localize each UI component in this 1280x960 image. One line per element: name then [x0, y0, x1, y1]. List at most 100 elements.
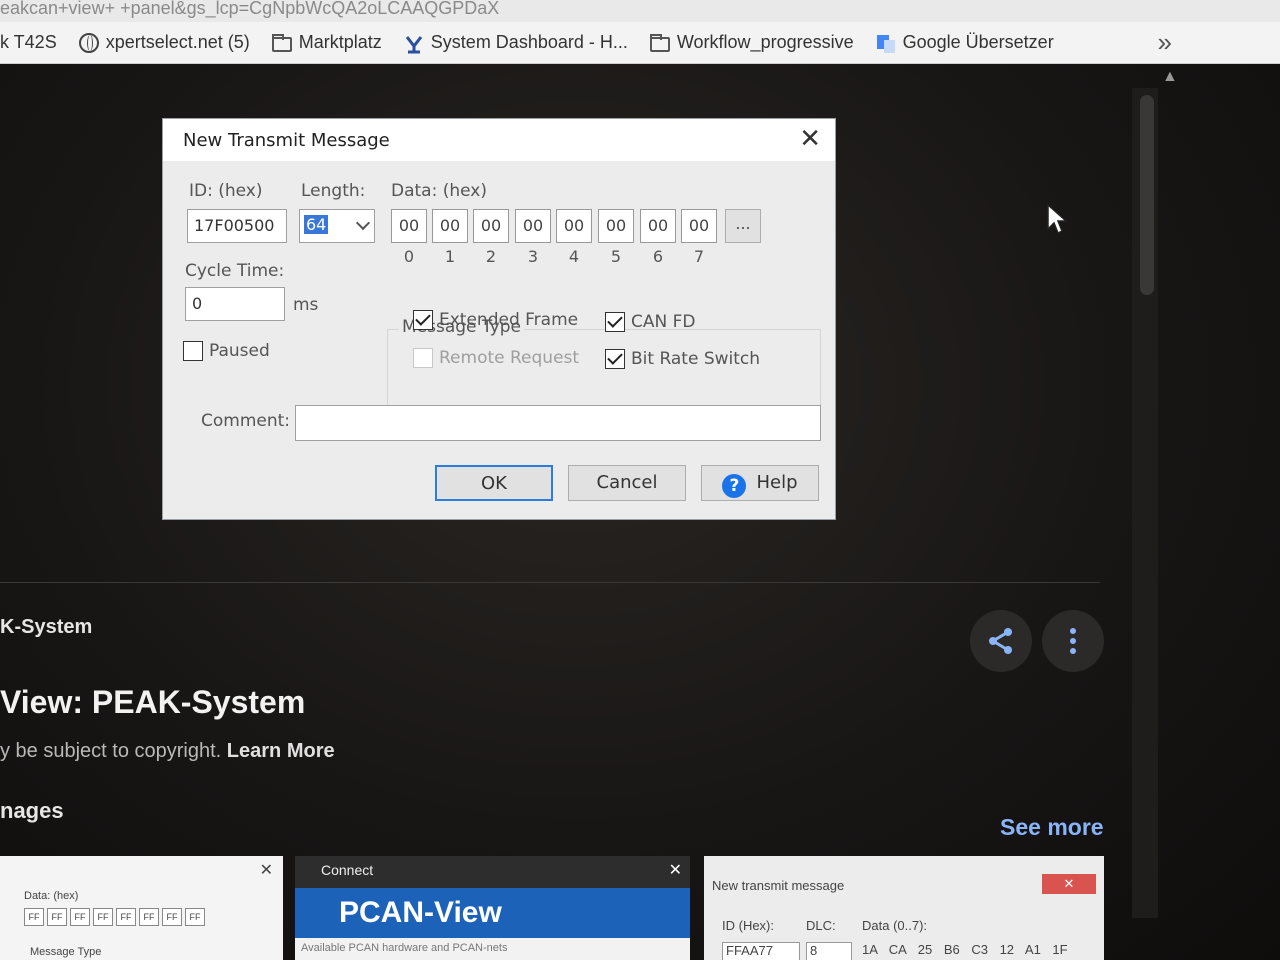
data-byte-1[interactable]: 00 — [432, 209, 468, 243]
bookmark-label: k T42S — [0, 32, 57, 52]
bookmark-t42s[interactable]: k T42S — [0, 32, 57, 53]
checkbox-box — [605, 349, 625, 369]
paused-checkbox[interactable]: Paused — [183, 341, 270, 361]
thumb-cell: FF — [93, 908, 113, 926]
cycle-time-label: Cycle Time: — [185, 261, 285, 281]
data-byte-3[interactable]: 00 — [515, 209, 551, 243]
bookmark-xpertselect[interactable]: xpertselect.net (5) — [78, 32, 250, 53]
image-thumbnail-1[interactable]: ✕ Data: (hex) FF FF FF FF FF FF FF FF Message T… — [0, 856, 283, 960]
byte-index: 4 — [568, 247, 580, 266]
ok-button[interactable]: OK — [435, 465, 553, 501]
can-fd-checkbox[interactable]: CAN FD — [605, 312, 696, 332]
byte-index: 1 — [444, 247, 456, 266]
help-label: Help — [756, 472, 798, 493]
thumb-cell: FF — [185, 908, 205, 926]
thumb-byte-row: FF FF FF FF FF FF FF FF — [24, 908, 205, 926]
checkbox-box — [413, 310, 433, 330]
thumb-label: ID (Hex): — [722, 918, 774, 933]
thumb-cell: FF — [116, 908, 136, 926]
length-selected-value: 64 — [304, 215, 329, 234]
data-byte-7[interactable]: 00 — [681, 209, 717, 243]
result-title[interactable]: View: PEAK-System — [0, 684, 305, 721]
address-bar[interactable]: eakcan+view+ +panel&gs_lcp=CgNpbWcQA2oLC… — [0, 0, 1280, 22]
more-bytes-button[interactable]: ... — [725, 209, 761, 243]
length-dropdown[interactable]: 64 — [299, 209, 375, 243]
see-more-link[interactable]: See more — [1000, 814, 1104, 841]
comment-field[interactable] — [295, 405, 821, 441]
thumb-cell: FF — [139, 908, 159, 926]
translate-icon — [876, 34, 896, 53]
globe-icon — [78, 32, 99, 53]
byte-index: 3 — [527, 247, 539, 266]
learn-more-link[interactable]: Learn More — [227, 740, 335, 762]
checkbox-box — [605, 312, 625, 332]
image-thumbnail-2[interactable]: Connect ✕ PCAN-View Available PCAN hardw… — [295, 856, 690, 960]
related-images-heading: nages — [0, 798, 64, 823]
mouse-cursor-icon — [1047, 203, 1068, 235]
close-icon: ✕ — [668, 862, 682, 879]
byte-index: 2 — [485, 247, 497, 266]
byte-index: 6 — [652, 247, 664, 266]
folder-icon — [271, 33, 292, 52]
share-button[interactable] — [970, 610, 1032, 672]
more-options-button[interactable] — [1042, 610, 1104, 672]
share-icon — [989, 628, 1012, 654]
help-button[interactable]: ? Help — [701, 465, 819, 501]
data-label: Data: (hex) — [391, 181, 487, 201]
thumb-label: Data (0..7): — [862, 918, 928, 933]
bookmark-label: xpertselect.net (5) — [105, 32, 250, 52]
cancel-button[interactable]: Cancel — [568, 465, 686, 501]
bookmarks-overflow-button[interactable]: » — [1158, 27, 1172, 58]
thumb-title: New transmit message — [712, 878, 845, 893]
bookmark-system-dashboard[interactable]: System Dashboard - H... — [404, 32, 628, 53]
bookmark-workflow[interactable]: Workflow_progressive — [649, 32, 854, 53]
copyright-text: y be subject to copyright. — [0, 740, 222, 762]
result-source[interactable]: K-System — [0, 616, 92, 639]
checkbox-label: Remote Request — [439, 348, 580, 368]
thumb-title: Connect — [295, 856, 690, 888]
id-field[interactable]: 17F00500 — [187, 209, 287, 243]
scroll-up-arrow[interactable]: ▲ — [1162, 68, 1178, 86]
image-thumbnail-3[interactable]: New transmit message ✕ ID (Hex): DLC: Da… — [704, 856, 1104, 960]
thumb-label: Message Type — [30, 946, 102, 958]
close-icon: ✕ — [1042, 874, 1096, 894]
data-byte-5[interactable]: 00 — [598, 209, 634, 243]
checkbox-label: Extended Frame — [439, 310, 579, 330]
thumb-cell: FF — [47, 908, 67, 926]
app-icon — [404, 34, 424, 53]
checkbox-label: CAN FD — [631, 312, 696, 332]
id-label: ID: (hex) — [189, 181, 263, 201]
byte-index: 7 — [693, 247, 705, 266]
bookmark-label: System Dashboard - H... — [430, 32, 628, 52]
data-byte-0[interactable]: 00 — [391, 209, 427, 243]
thumb-label: DLC: — [806, 918, 836, 933]
extended-frame-checkbox[interactable]: Extended Frame — [413, 310, 578, 330]
thumb-subtitle: Available PCAN hardware and PCAN-nets — [295, 938, 690, 960]
thumb-cell: FF — [162, 908, 182, 926]
remote-request-checkbox[interactable]: Remote Request — [413, 348, 579, 368]
thumb-cell: FF — [24, 908, 44, 926]
byte-index: 0 — [403, 247, 415, 266]
length-label: Length: — [301, 181, 366, 201]
close-icon[interactable]: ✕ — [799, 124, 821, 154]
bookmark-marktplatz[interactable]: Marktplatz — [271, 32, 382, 53]
scrollbar-thumb[interactable] — [1140, 95, 1154, 295]
divider — [0, 582, 1100, 583]
chevron-down-icon — [355, 215, 371, 231]
bookmarks-bar: k T42S xpertselect.net (5) Marktplatz Sy… — [0, 22, 1280, 64]
data-byte-4[interactable]: 00 — [556, 209, 592, 243]
data-byte-6[interactable]: 00 — [640, 209, 676, 243]
checkbox-label: Paused — [209, 341, 270, 361]
cycle-time-field[interactable]: 0 — [185, 287, 285, 321]
dialog-titlebar[interactable]: New Transmit Message ✕ — [163, 119, 835, 161]
byte-index: 5 — [610, 247, 622, 266]
thumb-value: 1A CA 25 B6 C3 12 A1 1F — [862, 942, 1068, 957]
new-transmit-message-dialog: New Transmit Message ✕ ID: (hex) 17F0050… — [162, 118, 836, 520]
folder-icon — [649, 33, 670, 52]
bit-rate-switch-checkbox[interactable]: Bit Rate Switch — [605, 349, 760, 369]
bookmark-label: Marktplatz — [298, 32, 382, 52]
copyright-notice: y be subject to copyright. Learn More — [0, 740, 335, 763]
bookmark-google-translate[interactable]: Google Übersetzer — [876, 32, 1054, 53]
data-byte-2[interactable]: 00 — [473, 209, 509, 243]
thumb-value: FFAA77 — [722, 942, 800, 960]
